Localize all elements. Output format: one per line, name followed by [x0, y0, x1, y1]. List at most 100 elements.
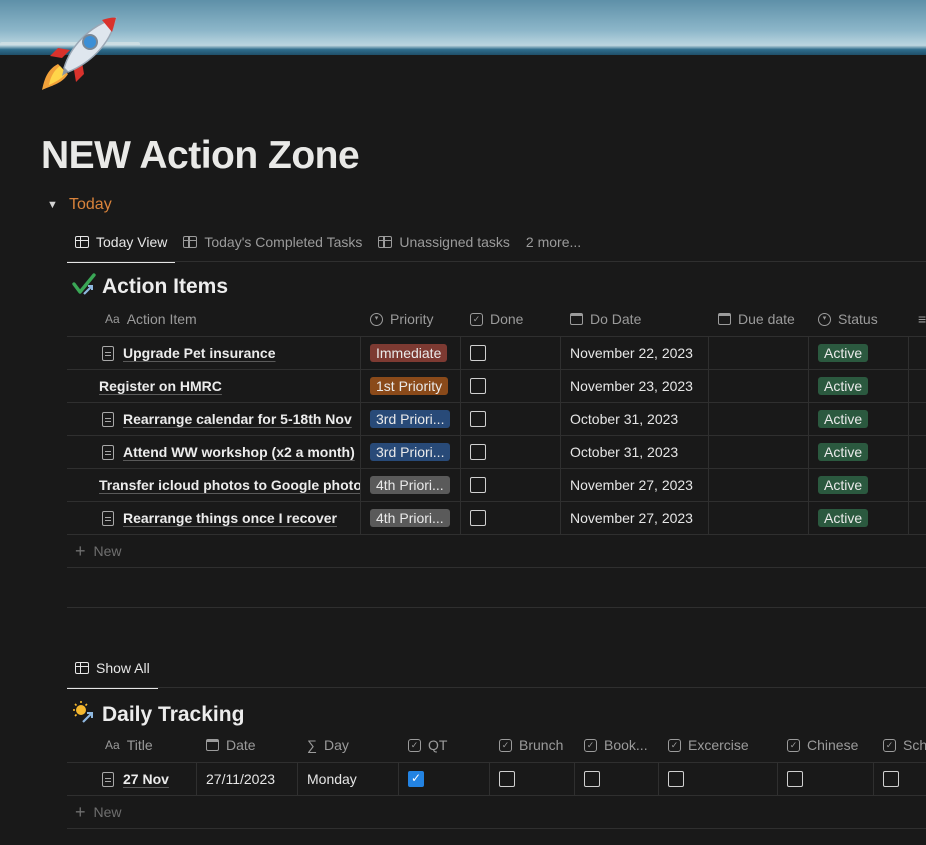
column-header-book[interactable]: ✓ Book... — [576, 728, 659, 762]
column-header-do-date[interactable]: Do Date — [562, 302, 709, 336]
done-checkbox[interactable] — [470, 411, 486, 427]
column-header-excercise[interactable]: ✓ Excercise — [660, 728, 778, 762]
table-row[interactable]: Rearrange calendar for 5-18th Nov 3rd Pri… — [67, 403, 926, 436]
new-row-button[interactable]: + New — [67, 535, 926, 568]
cell-do-date[interactable]: November 27, 2023 — [562, 502, 709, 534]
cell-extra[interactable] — [910, 337, 926, 369]
sch-checkbox[interactable] — [883, 771, 899, 787]
column-header-due-date[interactable]: Due date — [710, 302, 809, 336]
cell-extra[interactable] — [910, 502, 926, 534]
cell-status[interactable]: Active — [810, 403, 909, 435]
done-checkbox[interactable] — [470, 444, 486, 460]
toggle-triangle-icon[interactable]: ▼ — [47, 199, 69, 211]
cell-action-item[interactable]: Upgrade Pet insurance — [67, 337, 361, 369]
brunch-checkbox[interactable] — [499, 771, 515, 787]
cell-sch — [875, 763, 926, 795]
table-row[interactable]: Upgrade Pet insurance Immediate November 2… — [67, 337, 926, 370]
table-row[interactable]: Register on HMRC 1st Priority November 23,… — [67, 370, 926, 403]
excercise-checkbox[interactable] — [668, 771, 684, 787]
table-row[interactable]: Rearrange things once I recover 4th Prior… — [67, 502, 926, 535]
cell-status[interactable]: Active — [810, 469, 909, 501]
done-checkbox[interactable] — [470, 510, 486, 526]
done-checkbox[interactable] — [470, 477, 486, 493]
chinese-checkbox[interactable] — [787, 771, 803, 787]
column-header-chinese[interactable]: ✓ Chinese — [779, 728, 874, 762]
cell-due-date[interactable] — [710, 370, 809, 402]
qt-checkbox[interactable]: ✓ — [408, 771, 424, 787]
column-header-action-item[interactable]: Aa Action Item — [97, 302, 361, 336]
cell-priority[interactable]: 4th Priori... — [362, 502, 461, 534]
page-cover[interactable] — [0, 0, 926, 55]
cell-status[interactable]: Active — [810, 337, 909, 369]
table-row[interactable]: Attend WW workshop (x2 a month) 3rd Prior… — [67, 436, 926, 469]
cell-due-date[interactable] — [710, 469, 809, 501]
cell-priority[interactable]: 3rd Priori... — [362, 436, 461, 468]
done-checkbox[interactable] — [470, 345, 486, 361]
tab-unassigned-tasks[interactable]: Unassigned tasks — [370, 222, 518, 262]
column-label: Brunch — [519, 737, 564, 753]
cell-priority[interactable]: 3rd Priori... — [362, 403, 461, 435]
tab-today-view[interactable]: Today View — [67, 222, 176, 263]
daily-tracking-header[interactable]: Daily Tracking — [72, 700, 244, 730]
table-row[interactable]: 27 Nov 27/11/2023 Monday ✓ — [67, 763, 926, 796]
cell-status[interactable]: Active — [810, 370, 909, 402]
checkbox-property-icon: ✓ — [408, 738, 421, 752]
column-header-priority[interactable]: ▾ Priority — [362, 302, 461, 336]
cell-date[interactable]: 27/11/2023 — [198, 763, 298, 795]
column-label: QT — [428, 737, 448, 753]
row-title[interactable]: Register on HMRC — [99, 378, 222, 394]
cell-priority[interactable]: Immediate — [362, 337, 461, 369]
cell-extra[interactable] — [910, 469, 926, 501]
book-checkbox[interactable] — [584, 771, 600, 787]
cell-action-item[interactable]: Register on HMRC — [67, 370, 361, 402]
today-toggle[interactable]: ▼ Today — [47, 196, 112, 214]
status-badge: Active — [818, 509, 869, 527]
cell-do-date[interactable]: October 31, 2023 — [562, 436, 709, 468]
row-title[interactable]: Transfer icloud photos to Google photos — [99, 477, 360, 493]
tab-todays-completed-tasks[interactable]: Today's Completed Tasks — [175, 222, 370, 262]
calendar-icon — [718, 313, 731, 325]
row-title[interactable]: Upgrade Pet insurance — [123, 345, 276, 361]
column-header-qt[interactable]: ✓ QT — [400, 728, 490, 762]
table-row[interactable]: Transfer icloud photos to Google photos 4… — [67, 469, 926, 502]
more-views-button[interactable]: 2 more... — [518, 234, 589, 250]
column-header-brunch[interactable]: ✓ Brunch — [491, 728, 575, 762]
column-header-date[interactable]: Date — [198, 728, 298, 762]
cell-action-item[interactable]: Transfer icloud photos to Google photos — [67, 469, 361, 501]
cell-status[interactable]: Active — [810, 502, 909, 534]
row-title[interactable]: Rearrange calendar for 5-18th Nov — [123, 411, 352, 427]
row-title[interactable]: Attend WW workshop (x2 a month) — [123, 444, 355, 460]
column-header-day[interactable]: ∑ Day — [299, 728, 399, 762]
cell-extra[interactable] — [910, 370, 926, 402]
cell-due-date[interactable] — [710, 403, 809, 435]
cell-action-item[interactable]: Rearrange calendar for 5-18th Nov — [67, 403, 361, 435]
cell-title[interactable]: 27 Nov — [67, 763, 197, 795]
cell-action-item[interactable]: Attend WW workshop (x2 a month) — [67, 436, 361, 468]
column-header-sch[interactable]: ✓ Sch — [875, 728, 926, 762]
column-header-done[interactable]: ✓ Done — [462, 302, 561, 336]
cell-extra[interactable] — [910, 403, 926, 435]
done-checkbox[interactable] — [470, 378, 486, 394]
cell-do-date[interactable]: November 22, 2023 — [562, 337, 709, 369]
cell-priority[interactable]: 1st Priority — [362, 370, 461, 402]
column-header-status[interactable]: ▾ Status — [810, 302, 909, 336]
cell-do-date[interactable]: November 27, 2023 — [562, 469, 709, 501]
row-title[interactable]: 27 Nov — [123, 771, 169, 787]
row-title[interactable]: Rearrange things once I recover — [123, 510, 337, 526]
action-items-header[interactable]: Action Items — [72, 272, 228, 302]
cell-do-date[interactable]: October 31, 2023 — [562, 403, 709, 435]
column-header-title[interactable]: Aa Title — [97, 728, 197, 762]
rocket-icon[interactable] — [40, 12, 122, 92]
cell-action-item[interactable]: Rearrange things once I recover — [67, 502, 361, 534]
tab-show-all[interactable]: Show All — [67, 648, 158, 689]
new-row-button[interactable]: + New — [67, 796, 926, 829]
column-header-more[interactable]: ≡ — [910, 302, 926, 336]
cell-status[interactable]: Active — [810, 436, 909, 468]
cell-due-date[interactable] — [710, 337, 809, 369]
cell-due-date[interactable] — [710, 502, 809, 534]
cell-do-date[interactable]: November 23, 2023 — [562, 370, 709, 402]
cell-priority[interactable]: 4th Priori... — [362, 469, 461, 501]
cell-due-date[interactable] — [710, 436, 809, 468]
cell-extra[interactable] — [910, 436, 926, 468]
checkbox-property-icon: ✓ — [499, 738, 512, 752]
